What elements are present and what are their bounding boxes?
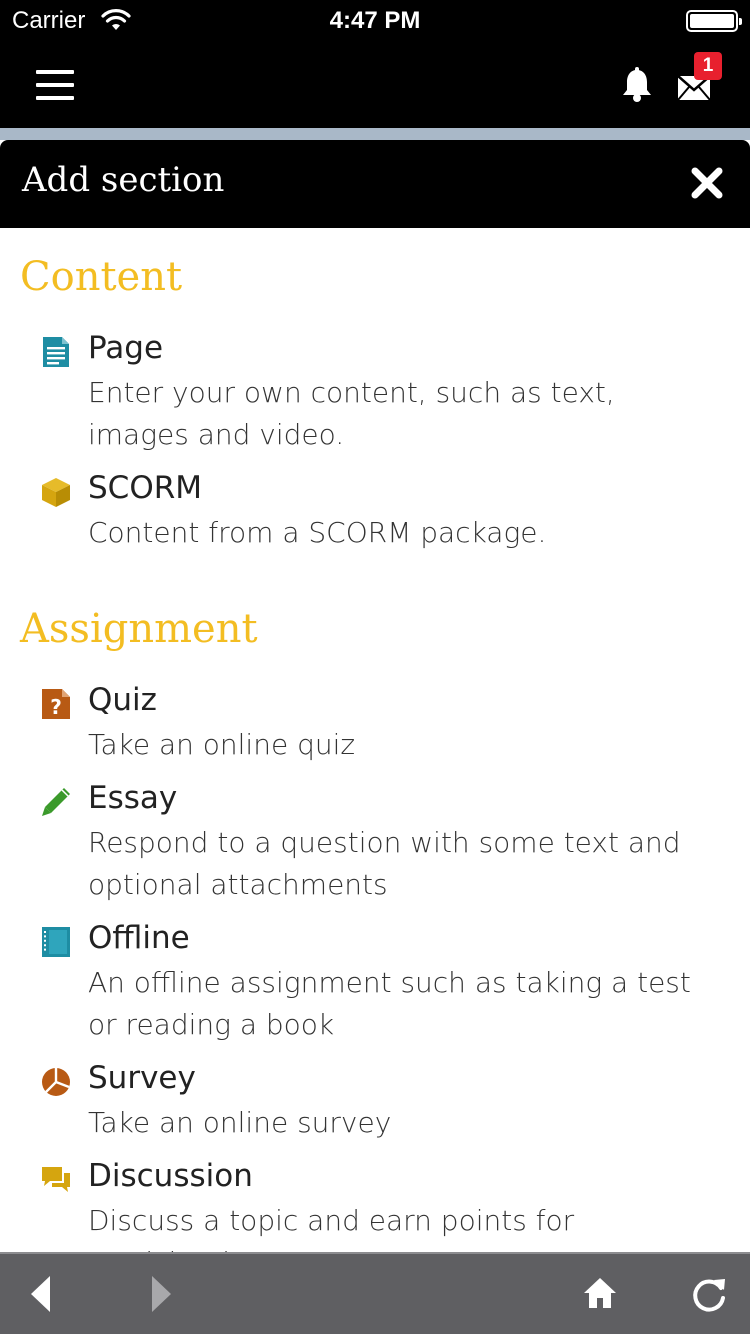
menu-button[interactable] — [36, 70, 74, 100]
modal-header: Add section — [0, 140, 750, 228]
option-title: Survey — [88, 1060, 196, 1096]
reload-icon[interactable] — [690, 1274, 728, 1314]
svg-text:?: ? — [50, 695, 62, 719]
option-title: SCORM — [88, 470, 203, 506]
package-cube-icon — [42, 478, 70, 507]
notebook-icon — [42, 927, 70, 957]
mail-badge: 1 — [694, 52, 722, 80]
option-title: Discussion — [88, 1158, 253, 1194]
hamburger-menu-icon — [36, 70, 74, 74]
status-bar: Carrier 4:47 PM — [0, 0, 750, 40]
close-icon[interactable] — [690, 166, 724, 200]
bell-icon[interactable] — [618, 66, 656, 104]
modal-body: Content Page Enter your own content, suc… — [0, 228, 750, 1252]
back-arrow-icon[interactable] — [28, 1274, 56, 1314]
option-description: Take an online quiz — [88, 728, 356, 761]
option-description: Respond to a question with some text and… — [88, 826, 681, 901]
battery-icon — [686, 10, 742, 32]
option-title: Offline — [88, 920, 190, 956]
home-icon[interactable] — [582, 1276, 618, 1310]
option-title: Quiz — [88, 682, 157, 718]
option-description: An offline assignment such as taking a t… — [88, 966, 691, 1041]
forward-arrow-icon[interactable] — [146, 1274, 174, 1314]
option-description: Content from a SCORM package. — [88, 516, 547, 549]
bottom-toolbar — [0, 1252, 750, 1334]
section-heading-assignment: Assignment — [20, 606, 258, 652]
pie-chart-icon — [42, 1068, 70, 1096]
backdrop-strip — [0, 128, 750, 140]
option-description: Discuss a topic and earn points for part… — [88, 1204, 575, 1252]
discussion-bubbles-icon — [42, 1167, 70, 1192]
app-header — [0, 40, 750, 128]
modal-title: Add section — [22, 160, 225, 200]
page-document-icon — [43, 337, 69, 367]
section-heading-content: Content — [20, 254, 183, 300]
quiz-question-icon: ? — [42, 689, 70, 719]
option-title: Essay — [88, 780, 178, 816]
status-time: 4:47 PM — [329, 7, 421, 34]
pencil-icon — [42, 788, 70, 816]
option-description: Enter your own content, such as text, im… — [88, 376, 615, 451]
option-description: Take an online survey — [88, 1106, 392, 1139]
option-title: Page — [88, 330, 164, 366]
